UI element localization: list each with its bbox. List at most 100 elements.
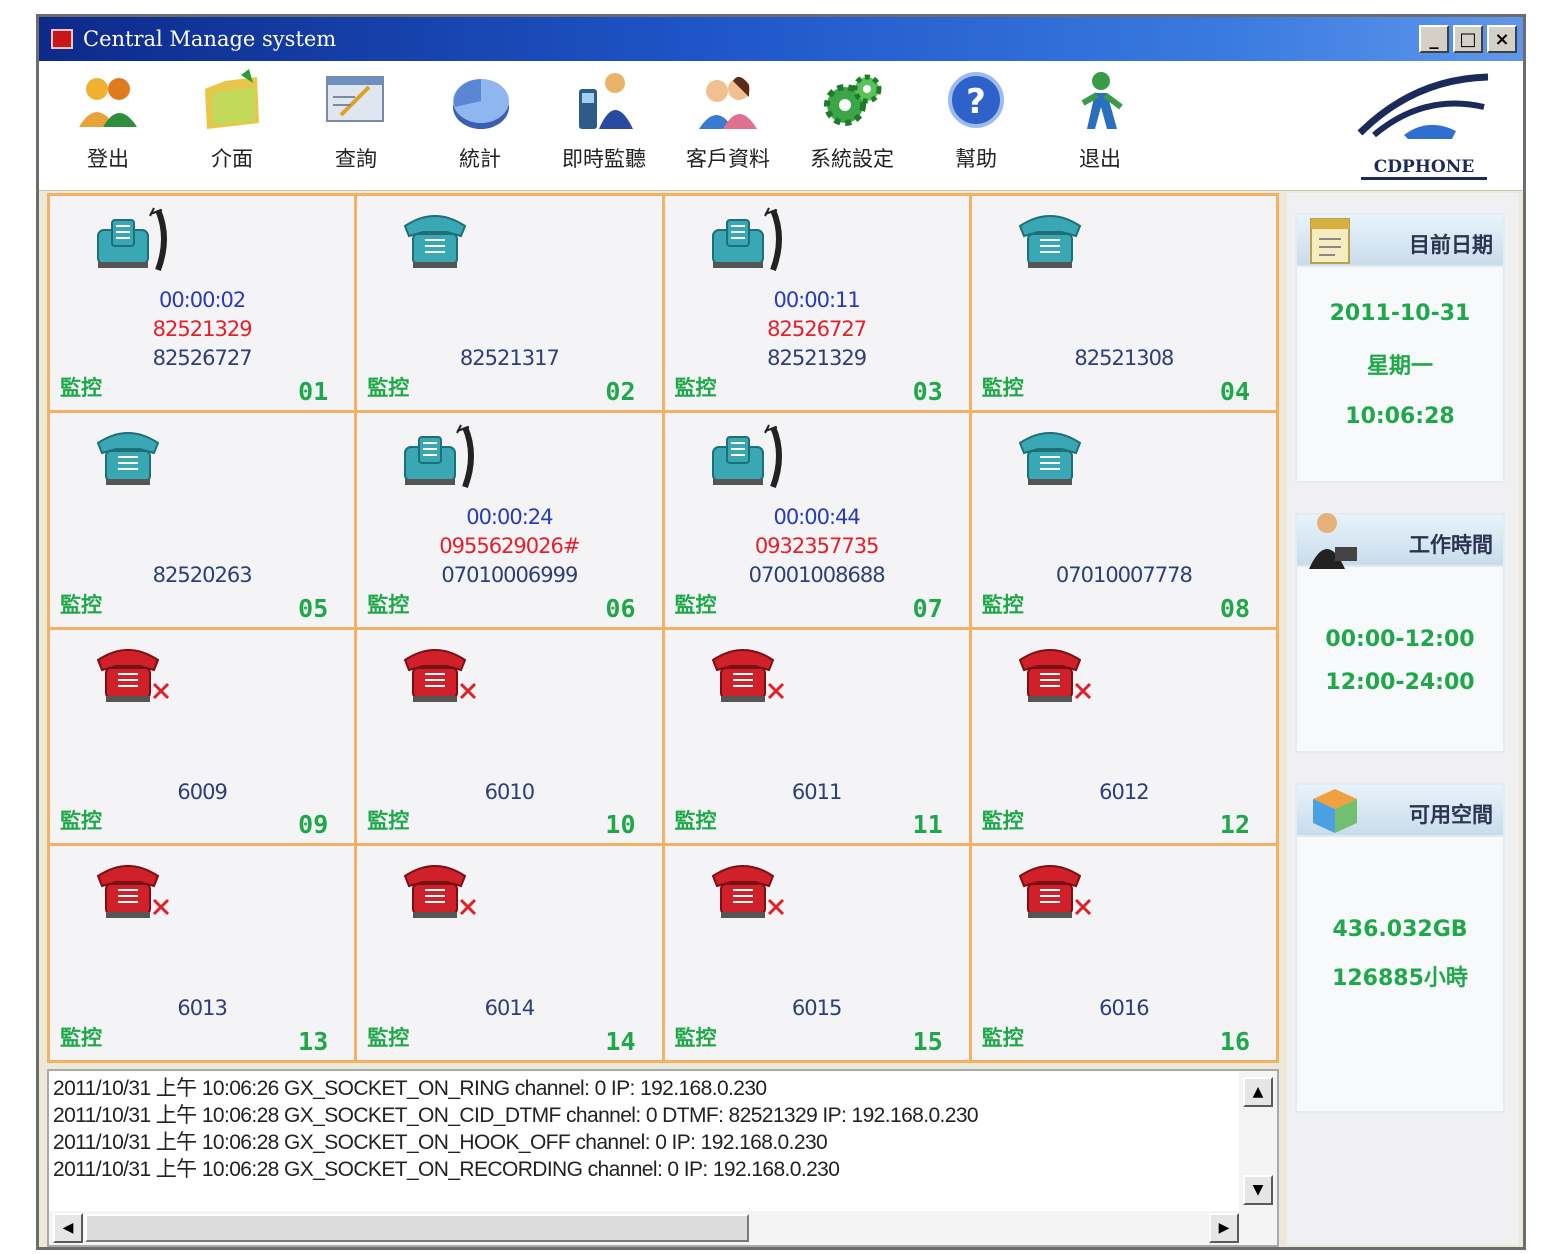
monitor-link[interactable]: 監控 [675,372,717,402]
title-bar[interactable]: Central Manage system _ □ × [39,17,1523,61]
monitor-link[interactable]: 監控 [60,589,102,619]
channel-cell-05[interactable]: 82520263 監控 05 [50,412,355,627]
call-duration: 00:00:24 [466,504,553,529]
channel-cell-06[interactable]: 00:00:24 0955629026# 07010006999 監控 06 [357,412,662,627]
line-number: 6009 [177,779,227,804]
scroll-down-button[interactable]: ▼ [1243,1175,1273,1205]
channel-cell-09[interactable]: 6009 監控 09 [50,629,355,844]
toolbar-exit-button[interactable]: 退出 [1045,67,1155,185]
operator-icon [1309,513,1357,569]
query-form-icon [326,76,384,122]
current-date: 2011-10-31 [1329,301,1471,326]
log-line: 2011/10/31 上午 10:06:28 GX_SOCKET_ON_RECO… [53,1158,840,1181]
event-log[interactable]: 2011/10/31 上午 10:06:26 GX_SOCKET_ON_RING… [47,1069,1279,1247]
channel-cell-12[interactable]: 6012 監控 12 [971,629,1276,844]
free-space-size: 436.032GB [1332,917,1468,942]
status-sidebar: 目前日期 2011-10-31 星期一 10:06:28 工作時間 00:00-… [1287,193,1519,1245]
phone-idle-icon [1018,215,1081,268]
scroll-up-button[interactable]: ▲ [1243,1077,1273,1107]
channel-cell-01[interactable]: 00:00:02 82521329 82526727 監控 01 [50,196,355,410]
line-number: 6016 [1099,996,1149,1021]
toolbar-query-button[interactable]: 查詢 [301,67,411,185]
monitor-link[interactable]: 監控 [367,589,409,619]
vertical-scrollbar[interactable]: ▲ ▼ [1239,1071,1277,1213]
line-number: 07010007778 [1055,562,1193,587]
channel-cell-15[interactable]: 6015 監控 15 [664,846,969,1060]
channel-cell-07[interactable]: 00:00:44 0932357735 07001008688 監控 07 [664,412,969,627]
phone-idle-icon [96,431,160,485]
line-number: 6010 [484,779,535,804]
monitor-link[interactable]: 監控 [982,589,1024,619]
storage-icon [1313,789,1357,833]
channel-cell-10[interactable]: 6010 監控 10 [357,629,662,844]
monitor-link[interactable]: 監控 [367,372,409,402]
phone-offhook-icon [97,207,167,272]
toolbar-system-settings-button[interactable]: 系統設定 [797,67,907,185]
toolbar-statistics-button[interactable]: 統計 [425,67,535,185]
monitor-link[interactable]: 監控 [60,1022,102,1052]
monitor-link[interactable]: 監控 [982,1022,1024,1052]
channel-number: 05 [298,593,329,623]
close-button[interactable]: × [1487,25,1517,53]
cdphone-logo-mark [1357,73,1489,139]
line-number: 82526727 [152,346,253,370]
call-duration: 00:00:44 [773,504,860,529]
monitor-link[interactable]: 監控 [675,805,717,835]
monitor-link[interactable]: 監控 [367,1022,409,1052]
channel-number: 15 [912,1027,943,1056]
toolbar-help-button[interactable]: ? 幫助 [921,67,1031,185]
phone-disconnected-icon [96,648,170,702]
channel-cell-02[interactable]: 82521317 監控 02 [357,196,662,410]
monitor-link[interactable]: 監控 [982,372,1024,402]
channel-cell-16[interactable]: 6016 監控 16 [971,846,1276,1060]
channel-cell-13[interactable]: 6013 監控 13 [50,846,355,1060]
caller-number: 82521329 [152,317,253,341]
exit-icon [1081,72,1123,129]
monitor-link[interactable]: 監控 [367,805,409,835]
channel-cell-08[interactable]: 07010007778 監控 08 [971,412,1276,627]
channel-number: 13 [298,1027,329,1056]
line-number: 6015 [791,996,842,1021]
channel-cell-14[interactable]: 6014 監控 14 [357,846,662,1060]
horizontal-scroll-thumb[interactable] [85,1214,749,1242]
channel-cell-11[interactable]: 6011 監控 11 [664,629,969,844]
toolbar: 登出 介面 查詢 統計 即時監聽 客戶資料 系統設定 ? 幫助 退出 CDPHO… [39,61,1523,191]
horizontal-scrollbar[interactable]: ◀ ▶ [49,1211,1277,1245]
channel-cell-03[interactable]: 00:00:11 82526727 82521329 監控 03 [664,196,969,410]
phone-idle-icon [1018,431,1081,485]
scroll-left-button[interactable]: ◀ [53,1213,83,1243]
toolbar-logout-button[interactable]: 登出 [53,67,163,185]
toolbar-customers-button[interactable]: 客戶資料 [673,67,783,185]
channel-grid: 00:00:02 82521329 82526727 監控 01 82521317 監控 02… [47,193,1279,1063]
channel-cell-04[interactable]: 82521308 監控 04 [971,196,1276,410]
channel-number: 12 [1219,810,1250,840]
monitor-link[interactable]: 監控 [60,372,102,402]
line-number: 6012 [1099,779,1149,804]
monitor-link[interactable]: 監控 [60,805,102,835]
channel-number: 03 [912,376,943,406]
toolbar-live-monitor-button[interactable]: 即時監聽 [549,67,659,185]
phone-disconnected-icon [1018,648,1091,702]
line-number: 6011 [791,779,842,804]
free-space-panel: 可用空間 436.032GB 126885小時 [1295,783,1505,1113]
app-icon [51,29,73,49]
phone-idle-icon [404,215,467,268]
monitor-link[interactable]: 監控 [675,1022,717,1052]
log-line: 2011/10/31 上午 10:06:26 GX_SOCKET_ON_RING… [53,1077,767,1100]
caller-number: 0932357735 [754,533,880,558]
scroll-right-button[interactable]: ▶ [1209,1213,1239,1243]
calendar-icon [1310,218,1350,264]
maximize-button[interactable]: □ [1453,25,1483,53]
monitor-link[interactable]: 監控 [982,805,1024,835]
monitor-link[interactable]: 監控 [675,589,717,619]
main-window: Central Manage system _ □ × 登出 介面 查詢 統計 … [36,14,1526,1250]
minimize-button[interactable]: _ [1419,25,1449,53]
date-panel: 目前日期 2011-10-31 星期一 10:06:28 [1295,213,1505,483]
channel-number: 11 [912,810,943,840]
customers-icon [699,76,757,129]
line-number: 07001008688 [748,562,886,587]
toolbar-interface-button[interactable]: 介面 [177,67,287,185]
call-duration: 00:00:02 [158,288,246,312]
line-number: 07010006999 [441,562,578,587]
pie-chart-icon [453,79,509,129]
